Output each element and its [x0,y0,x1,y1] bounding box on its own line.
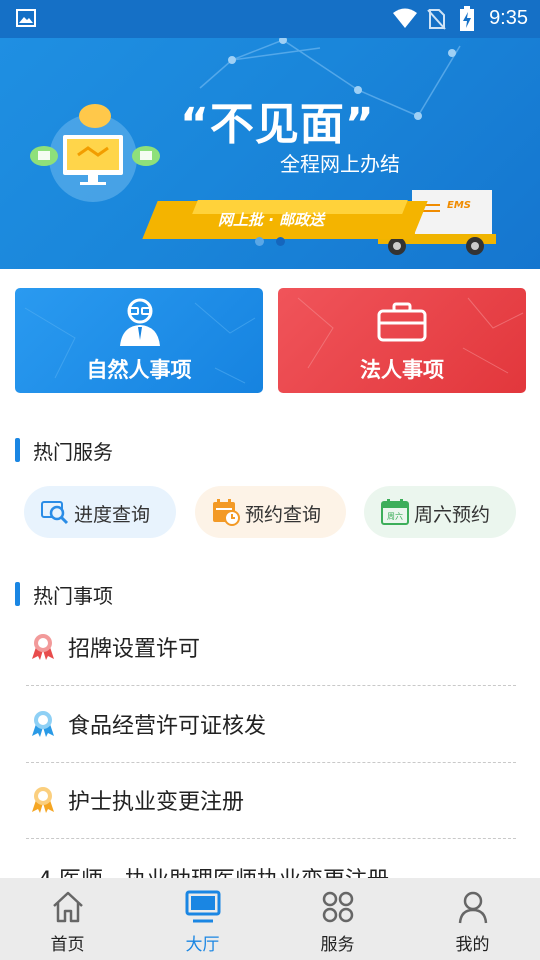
no-sim-icon [426,8,446,34]
legal-person-matters-button[interactable]: 法人事项 [278,288,526,393]
battery-charging-icon [459,6,475,36]
matter-name: 护士执业变更注册 [68,790,245,815]
progress-query-button[interactable]: 进度查询 [24,486,176,538]
bottom-navigation: 首页 大厅 服务 我的 [0,878,540,960]
medal-orange-icon [30,786,56,818]
tab-hall-label: 大厅 [185,935,220,955]
tab-mine-label: 我的 [455,935,490,955]
promo-banner[interactable]: “不见面” 全程网上办结 网上批 · 邮政送 EMS [0,38,540,269]
banner-headline: “不见面” [180,99,375,150]
calendar-clock-icon [212,498,240,530]
hot-matters-title: 热门事项 [33,584,113,608]
appointment-query-label: 预约查询 [245,504,322,526]
calendar-saturday-icon: 周六 [381,498,409,530]
hot-services-header: 热门服务 [15,436,215,464]
progress-query-label: 进度查询 [74,504,151,526]
matter-name: 招牌设置许可 [68,637,201,662]
tab-services-label: 服务 [320,935,355,955]
search-progress-icon [41,498,69,530]
tab-services[interactable]: 服务 [270,878,405,960]
status-time: 9:35 [489,7,528,29]
tab-home[interactable]: 首页 [0,878,135,960]
tab-hall[interactable]: 大厅 [135,878,270,960]
user-icon [456,890,490,928]
status-bar: 9:35 [0,0,540,38]
section-accent-bar [15,582,20,606]
medal-red-icon [30,633,56,665]
cloud-computer-illustration [30,104,160,202]
person-icon [118,296,162,352]
saturday-appointment-button[interactable]: 周六 周六预约 [364,486,516,538]
tab-home-label: 首页 [50,935,85,955]
list-item[interactable]: 食品经营许可证核发 [26,686,516,763]
home-icon [51,890,85,928]
truck-label: EMS [447,200,471,211]
medal-blue-icon [30,710,56,742]
banner-subline: 全程网上办结 [280,152,400,176]
carousel-dot-active[interactable] [276,237,285,246]
hot-matters-header: 热门事项 [15,580,215,608]
image-notification-icon [16,9,36,31]
monitor-icon [185,890,221,928]
list-item[interactable]: 护士执业变更注册 [26,762,516,839]
tab-mine[interactable]: 我的 [405,878,540,960]
appointment-query-button[interactable]: 预约查询 [195,486,346,538]
natural-person-matters-button[interactable]: 自然人事项 [15,288,263,393]
natural-person-label: 自然人事项 [86,358,192,382]
list-item[interactable]: 招牌设置许可 [26,609,516,686]
legal-person-label: 法人事项 [360,358,444,382]
grid-icon [321,890,355,928]
wifi-icon [392,7,418,33]
svg-text:周六: 周六 [387,511,403,521]
section-accent-bar [15,438,20,462]
saturday-appointment-label: 周六预约 [414,504,491,526]
banner-ribbon-text: 网上批 · 邮政送 [218,211,325,229]
briefcase-icon [377,302,427,346]
matter-name: 食品经营许可证核发 [68,714,267,739]
hot-services-title: 热门服务 [33,440,113,464]
carousel-dot[interactable] [255,237,264,246]
